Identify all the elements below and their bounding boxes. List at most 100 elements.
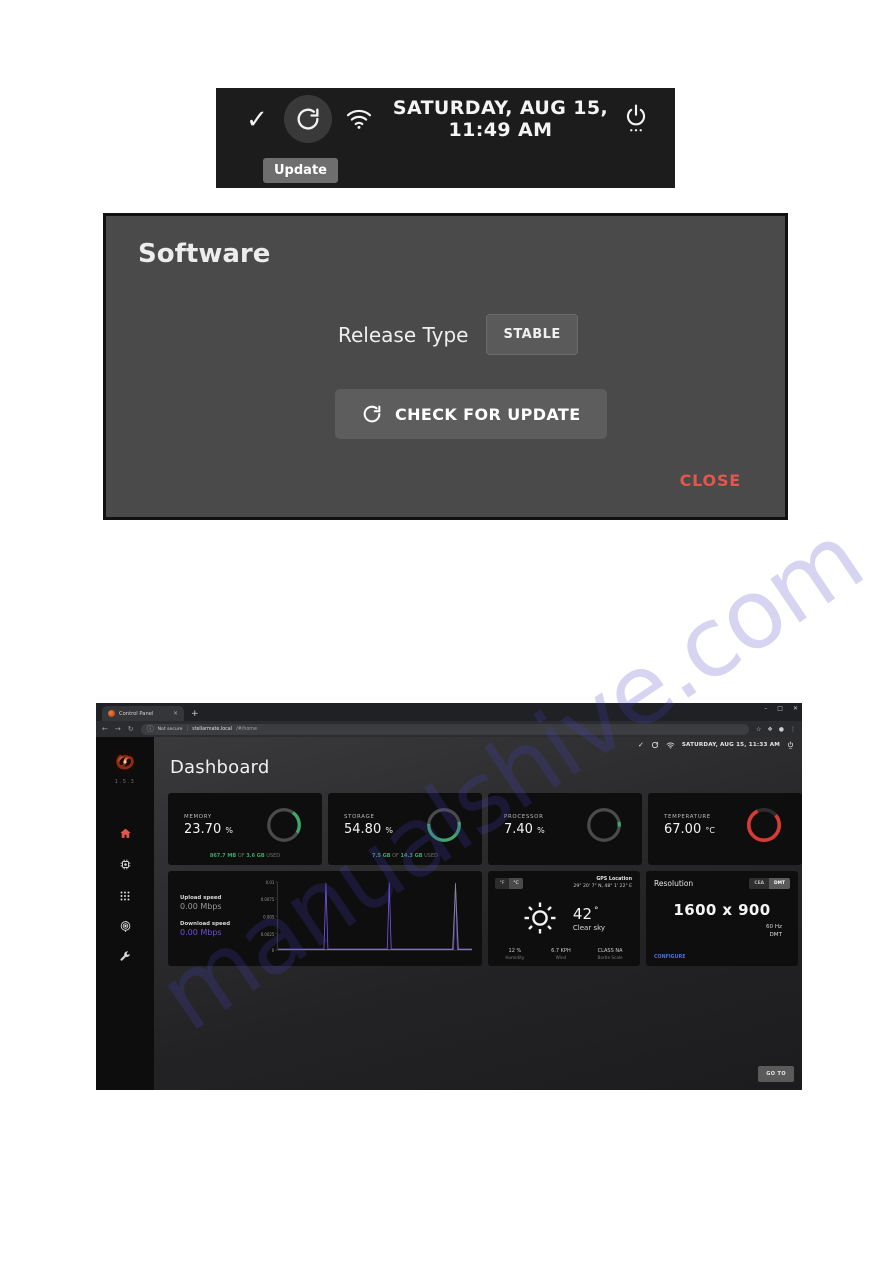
gauge-label: STORAGE: [344, 813, 375, 820]
temperature-gauge-ring: [746, 807, 782, 843]
maximize-icon[interactable]: □: [777, 705, 783, 712]
power-icon[interactable]: [787, 741, 794, 750]
status-bar-screenshot: ✓ SATURDAY, AUG 15, 11:49 AM Update: [216, 88, 675, 188]
release-type-row: Release Type STABLE: [338, 314, 578, 355]
temperature-unit-toggle[interactable]: °F °C: [495, 878, 523, 889]
go-to-button[interactable]: GO TO: [758, 1066, 794, 1082]
minimize-icon[interactable]: –: [764, 705, 767, 712]
gauge-label: TEMPERATURE: [664, 813, 711, 820]
network-chart: 0.01 0.0075 0.005 0.0025 0: [248, 879, 474, 958]
gauge-row: MEMORY 23.70 % 867.7 MB OF 3.6 GB USED S…: [168, 793, 802, 865]
wrench-icon: [120, 951, 130, 961]
dialog-title: Software: [138, 239, 271, 269]
star-icon[interactable]: ☆: [756, 726, 761, 733]
info-circle-icon[interactable]: ⓘ: [147, 724, 154, 734]
dashboard-cards: MEMORY 23.70 % 867.7 MB OF 3.6 GB USED S…: [168, 793, 802, 966]
gauge-value: 67.00: [664, 821, 702, 837]
resolution-meta: 60 Hz DMT: [766, 923, 782, 940]
browser-toolbar: ← → ↻ ⓘ Not secure | stellarmate.local/#…: [96, 721, 802, 737]
download-value: 0.00 Mbps: [180, 928, 222, 937]
reload-icon[interactable]: ↻: [128, 725, 134, 733]
wind-value: 6.7 KPH: [551, 948, 571, 954]
gps-location: GPS Location 29° 20' 7" N, 48° 1' 22" E: [573, 877, 632, 889]
security-label: Not secure: [157, 726, 183, 732]
gauge-unit: %: [385, 825, 393, 835]
sidebar-item-observatory[interactable]: [117, 918, 134, 935]
update-refresh-icon[interactable]: [651, 741, 659, 749]
browser-tab[interactable]: Control Panel ✕: [102, 706, 184, 721]
weather-body: 42 ° Clear sky: [488, 901, 640, 935]
close-button[interactable]: CLOSE: [680, 471, 741, 490]
check-icon[interactable]: ✓: [638, 741, 644, 749]
unit-fahrenheit-button[interactable]: °F: [495, 878, 509, 889]
update-button[interactable]: [284, 95, 332, 143]
configure-link[interactable]: CONFIGURE: [654, 955, 685, 960]
power-icon[interactable]: [619, 104, 653, 134]
memory-card[interactable]: MEMORY 23.70 % 867.7 MB OF 3.6 GB USED: [168, 793, 322, 865]
puzzle-icon[interactable]: ❖: [767, 726, 772, 733]
bortle-stat: CLASS NA Bortle Scale: [597, 948, 622, 960]
processor-card[interactable]: PROCESSOR 7.40 %: [488, 793, 642, 865]
browser-window-screenshot: Control Panel ✕ + – □ ✕ ← → ↻ ⓘ Not secu…: [96, 703, 802, 1090]
sidebar-item-tools[interactable]: [117, 949, 134, 966]
storage-usage-text: 7.5 GB OF 14.3 GB USED: [328, 853, 482, 859]
temperature-card[interactable]: TEMPERATURE 67.00 °C: [648, 793, 802, 865]
resolution-card[interactable]: Resolution CEA DMT 1600 x 900 60 Hz DMT: [646, 871, 798, 966]
humidity-label: Humidity: [505, 955, 525, 960]
weather-card[interactable]: °F °C GPS Location 29° 20' 7" N, 48° 1' …: [488, 871, 640, 966]
update-refresh-icon: [297, 108, 319, 130]
cea-button[interactable]: CEA: [749, 878, 769, 889]
page-title: Dashboard: [170, 757, 270, 778]
arrow-left-icon[interactable]: ←: [102, 725, 108, 733]
tab-title: Control Panel: [119, 710, 154, 717]
dmt-button[interactable]: DMT: [768, 878, 790, 889]
address-bar[interactable]: ⓘ Not secure | stellarmate.local/#/home: [140, 723, 749, 735]
status-datetime: SATURDAY, AUG 15, 11:49 AM: [392, 97, 609, 141]
memory-of: OF: [237, 853, 245, 859]
url-path: /#/home: [236, 726, 257, 732]
url-host: stellarmate.local: [192, 726, 233, 732]
arrow-right-icon[interactable]: →: [115, 725, 121, 733]
svg-text:0: 0: [272, 948, 275, 953]
sidebar-item-devices[interactable]: [117, 856, 134, 873]
sidebar-item-apps[interactable]: [117, 887, 134, 904]
close-icon[interactable]: ✕: [793, 705, 798, 712]
storage-of: OF: [392, 853, 399, 859]
plus-icon[interactable]: +: [191, 709, 199, 721]
humidity-stat: 12 % Humidity: [505, 948, 524, 960]
home-icon: [119, 828, 131, 838]
check-icon[interactable]: ✓: [242, 104, 272, 135]
profile-icon[interactable]: ●: [779, 726, 784, 733]
gauge-label: PROCESSOR: [504, 813, 544, 820]
gauge-unit: %: [537, 825, 545, 835]
weather-condition: Clear sky: [572, 923, 606, 932]
storage-card[interactable]: STORAGE 54.80 % 7.5 GB OF 14.3 GB USED: [328, 793, 482, 865]
storage-used: 7.5 GB: [372, 853, 391, 859]
three-dots-icon[interactable]: ⋮: [790, 726, 796, 733]
refresh-rate: 60 Hz: [765, 924, 782, 930]
memory-usage-text: 867.7 MB OF 3.6 GB USED: [168, 853, 322, 859]
app-topbar: ✓ SATURDAY, AUG 15, 11:33 AM: [638, 737, 802, 753]
wifi-icon[interactable]: [666, 742, 675, 749]
memory-suffix: USED: [266, 853, 281, 859]
network-card[interactable]: Upload speed 0.00 Mbps Download speed 0.…: [168, 871, 482, 966]
sidebar-item-home[interactable]: [117, 825, 134, 842]
resolution-mode: DMT: [769, 932, 782, 939]
memory-total: 3.6 GB: [246, 853, 265, 859]
apps-grid-icon: [120, 891, 130, 900]
url-separator: |: [186, 726, 189, 732]
release-type-button[interactable]: STABLE: [486, 314, 578, 355]
svg-text:0.0075: 0.0075: [261, 897, 275, 902]
chip-icon: [120, 859, 130, 870]
release-type-label: Release Type: [338, 322, 469, 347]
wifi-icon[interactable]: [340, 108, 378, 130]
wind-label: Wind: [555, 955, 567, 960]
check-for-update-button[interactable]: CHECK FOR UPDATE: [335, 389, 607, 439]
close-icon[interactable]: ✕: [173, 710, 178, 717]
unit-celsius-button[interactable]: °C: [509, 878, 523, 889]
storage-total: 14.3 GB: [400, 853, 423, 859]
svg-text:0.005: 0.005: [263, 914, 275, 919]
browser-actions: ☆ ❖ ● ⋮: [756, 726, 796, 733]
storage-gauge-ring: [427, 808, 461, 842]
resolution-mode-toggle[interactable]: CEA DMT: [749, 878, 790, 889]
